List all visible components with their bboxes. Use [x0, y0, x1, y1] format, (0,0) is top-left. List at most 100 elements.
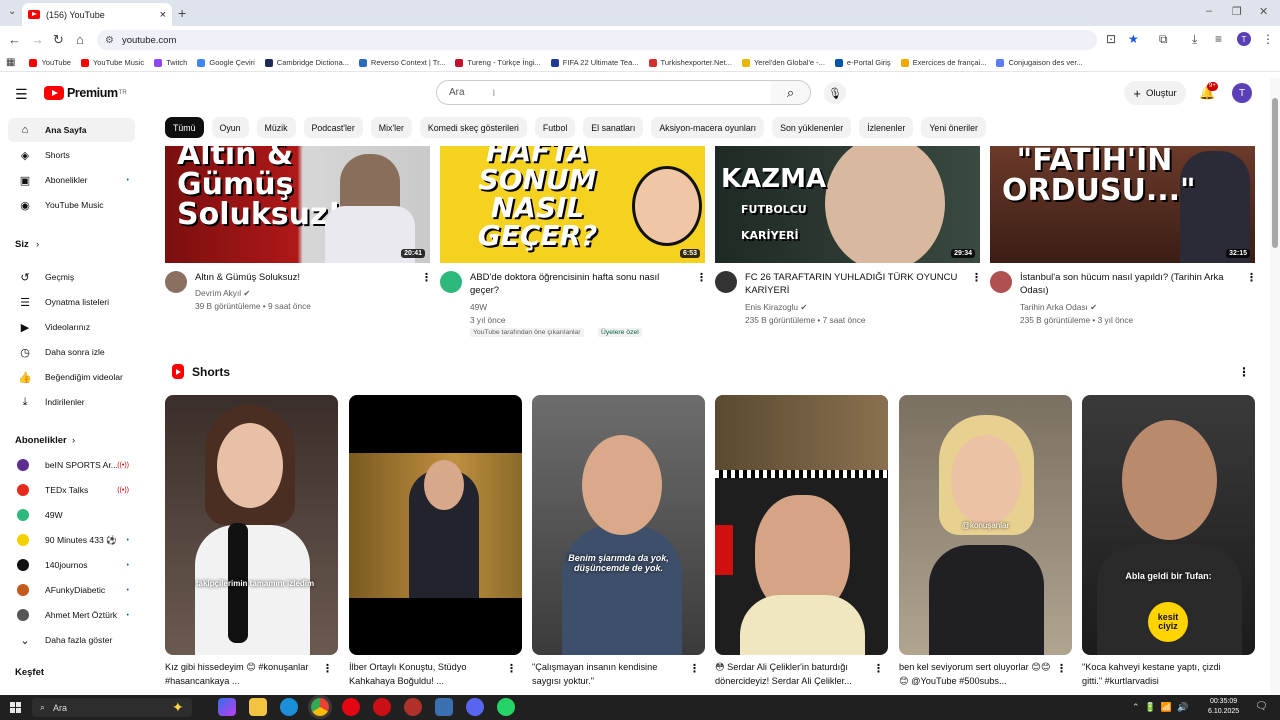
browser-profile-avatar[interactable]: T: [1237, 32, 1251, 46]
sidebar-item[interactable]: ◉ YouTube Music: [8, 193, 135, 217]
new-tab-icon[interactable]: +: [178, 5, 186, 21]
bookmark-item[interactable]: Tureng - Türkçe İngi...: [455, 58, 541, 67]
video-more-icon[interactable]: ⋮: [696, 271, 707, 284]
reload-icon[interactable]: ↻: [53, 32, 64, 48]
notifications-icon[interactable]: 🗨: [1255, 701, 1268, 712]
video-more-icon[interactable]: ⋮: [971, 271, 982, 284]
create-button[interactable]: + Oluştur: [1124, 81, 1186, 105]
filter-chip[interactable]: Müzik: [256, 117, 296, 138]
filter-chip[interactable]: Podcast'ler: [303, 117, 363, 138]
short-title[interactable]: İlber Ortaylı Konuştu, Stüdyo Kahkahaya …: [349, 660, 504, 688]
bookmark-item[interactable]: Exercices de françai...: [900, 58, 986, 67]
sidebar-item[interactable]: 90 Minutes 433 ⚽ •: [8, 528, 135, 552]
search-button[interactable]: ⌕: [771, 80, 811, 105]
you-section-header[interactable]: Siz: [15, 239, 29, 250]
sidebar-item[interactable]: 49W: [8, 503, 135, 527]
sidebar-item[interactable]: ⤓ İndirilenler: [8, 390, 135, 414]
bookmark-item[interactable]: Cambridge Dictiona...: [264, 58, 349, 67]
extensions-icon[interactable]: ⧉: [1159, 32, 1168, 47]
bookmark-item[interactable]: Turkishexporter.Net...: [648, 58, 732, 67]
short-more-icon[interactable]: ⋮: [689, 662, 700, 675]
bookmark-item[interactable]: Yerel'den Global'e -...: [741, 58, 825, 67]
sidebar-item[interactable]: ↺ Geçmiş: [8, 265, 135, 289]
channel-name[interactable]: Enis Kirazoglu ✔: [745, 301, 807, 313]
short-thumbnail[interactable]: [715, 395, 888, 655]
forward-icon[interactable]: →: [31, 32, 44, 47]
app-icon[interactable]: [404, 698, 422, 716]
sidebar-item[interactable]: beIN SPORTS Ar... ((•)): [8, 453, 135, 477]
channel-name[interactable]: Devrim Akyıl ✔: [195, 287, 250, 299]
minimize-icon[interactable]: –: [1206, 5, 1212, 17]
channel-name[interactable]: 49W: [470, 301, 487, 313]
sidebar-item[interactable]: ▣ Abonelikler •: [8, 168, 135, 192]
channel-avatar[interactable]: [990, 271, 1012, 293]
filter-chip[interactable]: Oyun: [211, 117, 249, 138]
bookmark-item[interactable]: YouTube Music: [80, 58, 144, 67]
whatsapp-icon[interactable]: [497, 698, 515, 716]
sidebar-item[interactable]: ⌄ Daha fazla göster: [8, 628, 135, 652]
short-title[interactable]: Kız gibi hissedeyim 😊 #konuşanlar #hasan…: [165, 660, 320, 688]
bookmark-item[interactable]: e-Portal Giriş: [834, 58, 891, 67]
sidebar-item[interactable]: Ahmet Mert Öztürk •: [8, 603, 135, 627]
maximize-icon[interactable]: ❐: [1232, 5, 1242, 18]
filter-chip[interactable]: Mix'ler: [370, 117, 412, 138]
short-more-icon[interactable]: ⋮: [1056, 662, 1067, 675]
install-app-icon[interactable]: ⊡: [1106, 32, 1116, 46]
account-avatar[interactable]: T: [1232, 83, 1252, 103]
search-input[interactable]: Ara I: [436, 80, 772, 105]
back-icon[interactable]: ←: [8, 32, 21, 47]
bookmark-item[interactable]: Twitch: [154, 58, 187, 67]
filter-chip[interactable]: El sanatları: [583, 117, 644, 138]
bookmark-item[interactable]: Reverso Context | Tr...: [358, 58, 445, 67]
close-window-icon[interactable]: ✕: [1259, 5, 1268, 18]
address-bar[interactable]: ⚙ youtube.com: [97, 30, 1097, 50]
short-thumbnail[interactable]: Abla geldi bir Tufan: kesit ciyiz: [1082, 395, 1255, 655]
video-title[interactable]: İstanbul'a son hücum nasıl yapıldı? (Tar…: [1020, 271, 1240, 297]
taskbar-clock[interactable]: 00:35:09 6.10.2025: [1208, 697, 1239, 717]
sidebar-item[interactable]: AFunkyDiabetic •: [8, 578, 135, 602]
edge-icon[interactable]: [280, 698, 298, 716]
guide-menu-icon[interactable]: ☰: [15, 86, 28, 103]
browser-menu-icon[interactable]: ⋮: [1262, 32, 1274, 46]
tab-search-icon[interactable]: ⌄: [8, 6, 16, 17]
browser-tab[interactable]: (156) YouTube ×: [22, 3, 172, 26]
app-icon[interactable]: [435, 698, 453, 716]
site-info-icon[interactable]: ⚙: [105, 35, 114, 46]
scrollbar-thumb[interactable]: [1272, 98, 1278, 248]
chrome-icon[interactable]: [311, 698, 329, 716]
filter-chip[interactable]: Son yüklenenler: [772, 117, 852, 138]
video-title[interactable]: FC 26 TARAFTARIN YUHLADIĞI TÜRK OYUNCU K…: [745, 271, 965, 297]
short-thumbnail[interactable]: takipçilerimin tamamını izledim: [165, 395, 338, 655]
short-thumbnail[interactable]: @konuşanlar: [899, 395, 1072, 655]
bookmark-star-icon[interactable]: ★: [1128, 32, 1139, 46]
system-tray[interactable]: ⌃ 🔋 📶 🔊: [1132, 702, 1188, 713]
home-button-icon[interactable]: ⌂: [76, 32, 84, 47]
short-title[interactable]: 😳 Serdar Ali Çelikler'in baturdığı döner…: [715, 660, 870, 688]
channel-name[interactable]: Tarihin Arka Odası ✔: [1020, 301, 1097, 313]
video-thumbnail[interactable]: KAZMA FUTBOLCU KARİYERİ 29:34: [715, 146, 980, 263]
filter-chip[interactable]: Aksiyon-macera oyunları: [651, 117, 765, 138]
subscriptions-section-header[interactable]: Abonelikler: [15, 435, 67, 446]
short-more-icon[interactable]: ⋮: [322, 662, 333, 675]
video-title[interactable]: ABD'de doktora öğrencisinin hafta sonu n…: [470, 271, 690, 297]
short-more-icon[interactable]: ⋮: [873, 662, 884, 675]
short-title[interactable]: "Çalışmayan insanın kendisine saygısı yo…: [532, 660, 687, 688]
file-explorer-icon[interactable]: [249, 698, 267, 716]
discord-icon[interactable]: [466, 698, 484, 716]
sidebar-item[interactable]: ◈ Shorts: [8, 143, 135, 167]
copilot-icon[interactable]: ✦: [172, 699, 190, 717]
bookmark-item[interactable]: FIFA 22 Ultimate Tea...: [550, 58, 639, 67]
video-more-icon[interactable]: ⋮: [1246, 271, 1257, 284]
apps-icon[interactable]: ▦: [6, 57, 15, 68]
yandex-icon[interactable]: [342, 698, 360, 716]
filter-chip[interactable]: Komedi skeç gösterileri: [419, 117, 527, 138]
channel-avatar[interactable]: [165, 271, 187, 293]
shorts-more-icon[interactable]: ⋮: [1238, 365, 1250, 379]
filter-chip[interactable]: Yeni öneriler: [921, 117, 986, 138]
short-thumbnail[interactable]: Benim şiarımda da yok, düşüncemde de yok…: [532, 395, 705, 655]
close-tab-icon[interactable]: ×: [160, 9, 166, 21]
youtube-logo[interactable]: Premium TR: [44, 86, 127, 100]
video-thumbnail[interactable]: "FATİH'İN ORDUSU..." 32:15: [990, 146, 1255, 263]
bookmark-item[interactable]: Conjugaison des ver...: [996, 58, 1083, 67]
video-title[interactable]: Altın & Gümüş Soluksuz!: [195, 271, 415, 284]
